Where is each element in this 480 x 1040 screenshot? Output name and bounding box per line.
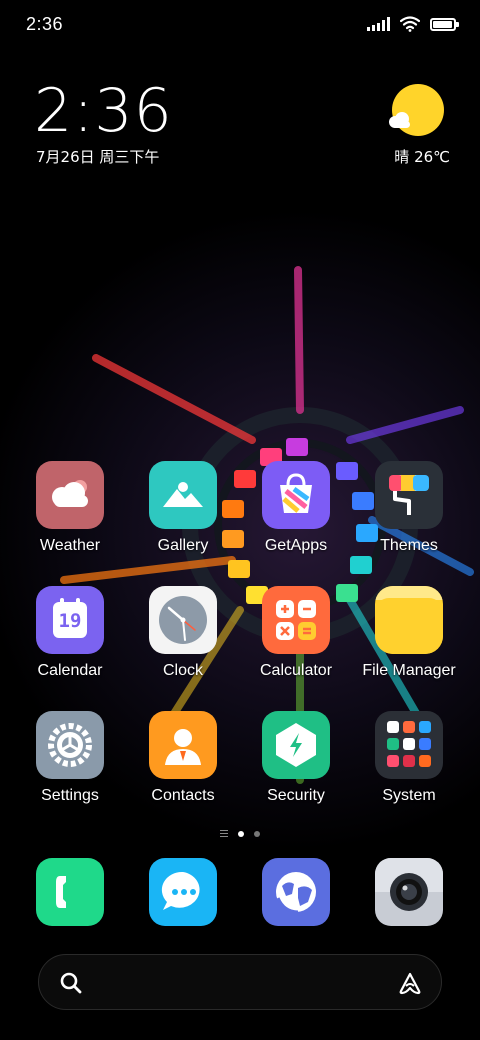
search-icon: [60, 972, 82, 994]
app-contacts[interactable]: Contacts: [127, 711, 239, 805]
gear-icon: [36, 711, 104, 779]
camera-lens-icon: [375, 858, 443, 911]
clock-icon: [149, 586, 217, 654]
folder-icon: [375, 586, 443, 654]
assistant-icon[interactable]: [397, 970, 423, 996]
app-gallery[interactable]: Gallery: [127, 461, 239, 555]
weather-text: 晴 26℃: [394, 148, 450, 166]
app-system-folder[interactable]: System: [353, 711, 465, 805]
app-label: Contacts: [151, 787, 215, 804]
app-calculator[interactable]: Calculator: [240, 586, 352, 680]
status-time: 2:36: [26, 14, 64, 34]
app-label: Settings: [41, 787, 99, 804]
sun-icon: [392, 84, 444, 136]
app-label: Clock: [162, 662, 203, 679]
chat-bubble-icon: [161, 871, 200, 910]
folder-grid-icon: [375, 711, 443, 779]
app-calendar[interactable]: 19 Calendar: [14, 586, 126, 680]
person-icon: [149, 711, 217, 779]
globe-icon: [276, 872, 316, 914]
shopping-bag-icon: [262, 461, 330, 529]
dock-phone[interactable]: [36, 858, 104, 926]
clock-widget-time[interactable]: 2:36: [34, 76, 173, 146]
cellular-signal-icon: [367, 17, 390, 31]
page-indicator[interactable]: [0, 830, 480, 837]
dock-messages[interactable]: [149, 858, 217, 926]
dock-camera[interactable]: [375, 858, 443, 926]
weather-cloud-icon: [36, 461, 104, 529]
app-label: Calculator: [259, 662, 333, 679]
app-label: File Manager: [362, 662, 456, 679]
app-label: Calendar: [37, 662, 103, 679]
weather-widget[interactable]: 晴 26℃: [370, 84, 450, 168]
page-dot-active: [238, 830, 244, 837]
clock-widget-date[interactable]: 7月26日 周三下午: [36, 146, 159, 167]
search-bar[interactable]: [38, 954, 442, 1010]
app-file-manager[interactable]: File Manager: [353, 586, 465, 680]
app-label: Weather: [39, 537, 101, 554]
wifi-icon: [400, 16, 420, 32]
app-security[interactable]: Security: [240, 711, 352, 805]
phone-icon: [56, 876, 66, 908]
page-list-icon: [220, 830, 228, 837]
app-label: Security: [267, 787, 325, 804]
battery-icon: [430, 17, 459, 31]
app-label: Gallery: [157, 537, 209, 554]
app-clock[interactable]: Clock: [127, 586, 239, 680]
shield-bolt-icon: [262, 711, 330, 779]
app-themes[interactable]: Themes: [353, 461, 465, 555]
calendar-day: 19: [58, 610, 82, 632]
cloud-icon: [389, 112, 410, 128]
app-label: GetApps: [264, 537, 328, 554]
app-label: Themes: [380, 537, 438, 554]
battery-level: [433, 20, 452, 28]
app-settings[interactable]: Settings: [14, 711, 126, 805]
page-dot: [254, 830, 260, 837]
gallery-mountain-icon: [149, 461, 217, 529]
app-weather[interactable]: Weather: [14, 461, 126, 555]
status-bar: 2:36: [0, 0, 480, 50]
app-label: System: [382, 787, 436, 804]
status-icons: [367, 14, 459, 34]
calculator-icon: [262, 586, 330, 654]
app-getapps[interactable]: GetApps: [240, 461, 352, 555]
calendar-icon: 19: [36, 586, 104, 654]
dock-browser[interactable]: [262, 858, 330, 926]
paint-roller-icon: [375, 461, 443, 529]
